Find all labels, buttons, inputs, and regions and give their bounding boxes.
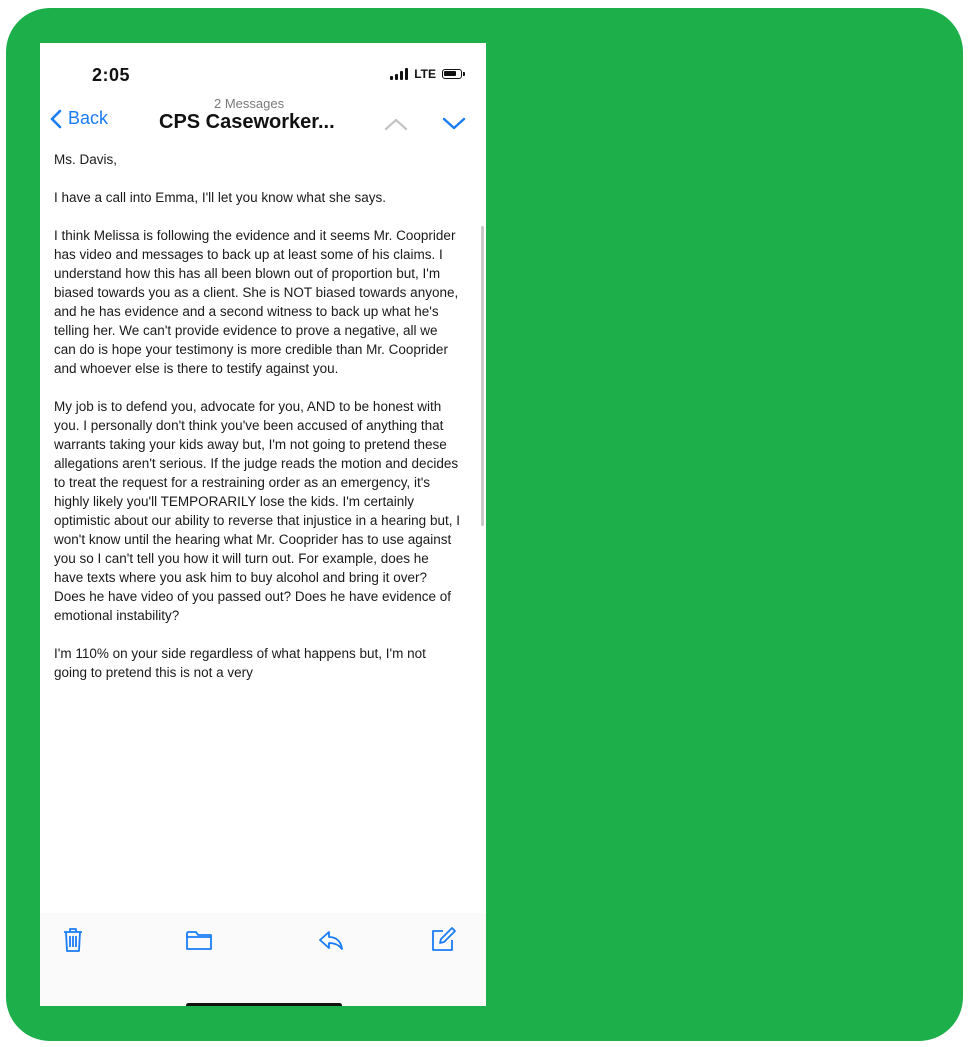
folder-icon[interactable]	[184, 925, 214, 955]
trash-icon[interactable]	[58, 925, 88, 955]
compose-icon[interactable]	[428, 925, 458, 955]
email-paragraph: I think Melissa is following the evidenc…	[54, 228, 459, 376]
email-paragraph: I'm 110% on your side regardless of what…	[54, 646, 426, 680]
message-count: 2 Messages	[214, 96, 285, 111]
email-body: Ms. Davis, I have a call into Emma, I'll…	[54, 150, 460, 701]
status-bar: 2:05 LTE	[40, 43, 486, 93]
nav-bar: Back 2 Messages CPS Caseworker...	[40, 93, 486, 143]
bottom-toolbar	[40, 913, 486, 1006]
email-greeting: Ms. Davis,	[54, 152, 118, 167]
chevron-left-icon	[50, 109, 62, 128]
chevron-down-icon[interactable]	[442, 117, 466, 131]
reply-icon[interactable]	[316, 925, 346, 955]
status-time: 2:05	[92, 65, 131, 85]
back-label: Back	[68, 108, 109, 128]
network-label: LTE	[414, 67, 436, 81]
phone-screen: 2:05 LTE Back 2 Messages CPS Caseworker.…	[40, 43, 486, 1006]
chevron-up-icon[interactable]	[384, 117, 408, 131]
home-indicator[interactable]	[186, 1003, 342, 1006]
nav-title: CPS Caseworker...	[159, 111, 335, 133]
scroll-indicator[interactable]	[481, 226, 484, 526]
signal-icon	[390, 68, 409, 80]
battery-icon	[442, 69, 465, 79]
email-paragraph: My job is to defend you, advocate for yo…	[54, 399, 460, 623]
email-paragraph: I have a call into Emma, I'll let you kn…	[54, 190, 386, 205]
status-indicators: LTE	[390, 67, 465, 81]
back-button[interactable]: Back	[50, 108, 108, 129]
